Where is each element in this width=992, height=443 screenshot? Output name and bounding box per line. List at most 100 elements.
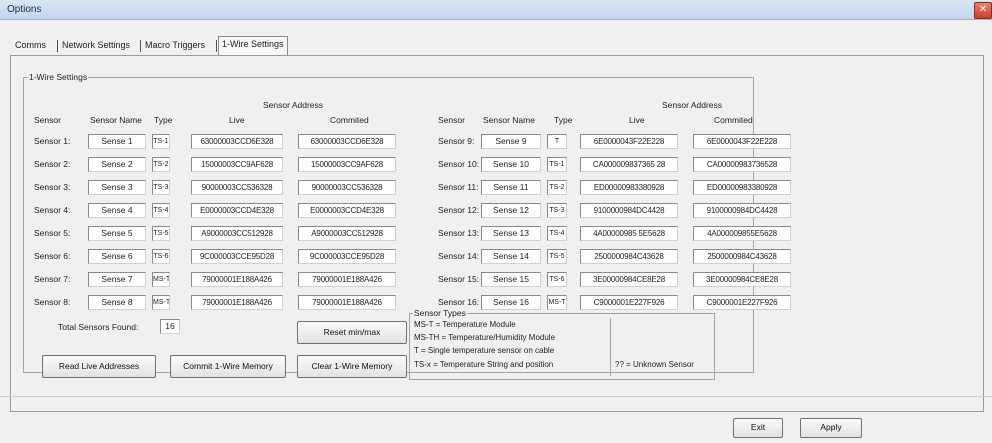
sensor-type-definition: MS-T = Temperature Module xyxy=(414,320,516,329)
clear-1-wire-memory-button[interactable]: Clear 1-Wire Memory xyxy=(297,355,407,378)
sensor-name-header-right: Sensor Name xyxy=(483,115,535,125)
sensor-name-field[interactable]: Sense 9 xyxy=(481,134,541,149)
read-live-addresses-button[interactable]: Read Live Addresses xyxy=(42,355,156,378)
live-header-left: Live xyxy=(229,115,245,125)
sensor-type-field: TS-1 xyxy=(152,134,170,149)
footer-divider xyxy=(0,396,992,397)
sensor-label: Sensor 13: xyxy=(438,228,480,238)
tab-divider xyxy=(57,40,58,52)
sensor-label: Sensor 3: xyxy=(34,182,71,192)
sensor-type-field: TS-5 xyxy=(547,249,567,264)
sensor-label: Sensor 2: xyxy=(34,159,71,169)
committed-header-right: Commited xyxy=(714,115,753,125)
live-address-field: 9C000003CCE95D28 xyxy=(191,249,283,264)
apply-button[interactable]: Apply xyxy=(800,418,862,438)
sensor-type-field: TS-1 xyxy=(547,157,567,172)
committed-address-field: 6E0000043F22E228 xyxy=(693,134,791,149)
committed-address-field: 79000001E188A426 xyxy=(298,272,396,287)
committed-address-field: 79000001E188A426 xyxy=(298,295,396,310)
live-address-field: A9000003CC512928 xyxy=(191,226,283,241)
sensor-label: Sensor 6: xyxy=(34,251,71,261)
tab-1-wire-settings[interactable]: 1-Wire Settings xyxy=(218,36,288,55)
total-sensors-count: 16 xyxy=(160,319,180,334)
committed-address-field: 3E00000984CE8E28 xyxy=(693,272,791,287)
close-icon[interactable]: ✕ xyxy=(974,2,992,19)
reset-min-max-button[interactable]: Reset min/max xyxy=(297,321,407,344)
sensor-name-field[interactable]: Sense 7 xyxy=(88,272,146,287)
sensor-type-field: TS-2 xyxy=(152,157,170,172)
committed-address-field: 63000003CCD6E328 xyxy=(298,134,396,149)
title-bar: Options ✕ xyxy=(0,0,992,20)
live-address-field: CA000009837365 28 xyxy=(580,157,678,172)
sensor-name-field[interactable]: Sense 10 xyxy=(481,157,541,172)
committed-address-field: ED00000983380928 xyxy=(693,180,791,195)
type-header-left: Type xyxy=(154,115,173,125)
tab-macro-triggers[interactable]: Macro Triggers xyxy=(142,38,208,53)
live-address-field: 90000003CC536328 xyxy=(191,180,283,195)
sensor-label: Sensor 16: xyxy=(438,297,480,307)
sensor-name-field[interactable]: Sense 14 xyxy=(481,249,541,264)
committed-address-field: CA00000983736528 xyxy=(693,157,791,172)
group-title: 1-Wire Settings xyxy=(28,72,89,82)
sensor-name-field[interactable]: Sense 6 xyxy=(88,249,146,264)
sensor-type-field: TS-5 xyxy=(152,226,170,241)
sensor-type-field: T xyxy=(547,134,567,149)
sensor-name-field[interactable]: Sense 13 xyxy=(481,226,541,241)
sensor-label: Sensor 5: xyxy=(34,228,71,238)
sensor-type-field: TS-3 xyxy=(547,203,567,218)
sensor-name-field[interactable]: Sense 4 xyxy=(88,203,146,218)
sensor-type-field: TS-6 xyxy=(152,249,170,264)
sensor-types-title: Sensor Types xyxy=(413,308,467,318)
tab-divider xyxy=(140,40,141,52)
live-header-right: Live xyxy=(629,115,645,125)
exit-button[interactable]: Exit xyxy=(733,418,783,438)
sensor-label: Sensor 12: xyxy=(438,205,480,215)
live-address-field: 79000001E188A426 xyxy=(191,295,283,310)
unknown-sensor-note: ?? = Unknown Sensor xyxy=(615,360,694,369)
sensor-name-field[interactable]: Sense 15 xyxy=(481,272,541,287)
sensor-type-field: MS-TH xyxy=(152,272,170,287)
live-address-field: 3E00000984CE8E28 xyxy=(580,272,678,287)
sensor-name-field[interactable]: Sense 12 xyxy=(481,203,541,218)
live-address-field: 4A00000985 5E5628 xyxy=(580,226,678,241)
sensor-label: Sensor 8: xyxy=(34,297,71,307)
sensor-type-field: TS-4 xyxy=(547,226,567,241)
sensor-label: Sensor 7: xyxy=(34,274,71,284)
sensor-type-field: TS-2 xyxy=(547,180,567,195)
commit-1-wire-memory-button[interactable]: Commit 1-Wire Memory xyxy=(170,355,286,378)
sensor-name-field[interactable]: Sense 8 xyxy=(88,295,146,310)
committed-header-left: Commited xyxy=(330,115,369,125)
tab-network-settings[interactable]: Network Settings xyxy=(59,38,133,53)
sensor-type-definition: MS-TH = Temperature/Humidity Module xyxy=(414,333,556,342)
sensor-type-field: MS-T xyxy=(547,295,567,310)
sensor-label: Sensor 11: xyxy=(438,182,479,192)
sensor-address-header-left: Sensor Address xyxy=(263,100,324,110)
sensor-type-definition: TS-x = Temperature String and position xyxy=(414,360,554,369)
sensor-label: Sensor 9: xyxy=(438,136,475,146)
sensor-name-field[interactable]: Sense 16 xyxy=(481,295,541,310)
tab-comms[interactable]: Comms xyxy=(12,38,49,53)
live-address-field: ED00000983380928 xyxy=(580,180,678,195)
sensor-label: Sensor 15: xyxy=(438,274,480,284)
sensor-name-field[interactable]: Sense 11 xyxy=(481,180,541,195)
committed-address-field: 9C000003CCE95D28 xyxy=(298,249,396,264)
sensor-name-field[interactable]: Sense 1 xyxy=(88,134,146,149)
committed-address-field: 9100000984DC4428 xyxy=(693,203,791,218)
sensor-label: Sensor 4: xyxy=(34,205,71,215)
tab-divider xyxy=(216,40,217,52)
sensor-name-field[interactable]: Sense 5 xyxy=(88,226,146,241)
live-address-field: 79000001E188A426 xyxy=(191,272,283,287)
sensor-label: Sensor 10: xyxy=(438,159,480,169)
live-address-field: E0000003CCD4E328 xyxy=(191,203,283,218)
sensor-name-field[interactable]: Sense 2 xyxy=(88,157,146,172)
live-address-field: C9000001E227F926 xyxy=(580,295,678,310)
committed-address-field: 90000003CC536328 xyxy=(298,180,396,195)
sensor-type-definition: T = Single temperature sensor on cable xyxy=(414,346,555,355)
sensor-name-header-left: Sensor Name xyxy=(90,115,142,125)
sensor-header-left: Sensor xyxy=(34,115,61,125)
committed-address-field: A9000003CC512928 xyxy=(298,226,396,241)
sensor-types-box: Sensor Types MS-T = Temperature Module M… xyxy=(409,308,715,380)
live-address-field: 9100000984DC4428 xyxy=(580,203,678,218)
sensor-name-field[interactable]: Sense 3 xyxy=(88,180,146,195)
committed-address-field: 4A000009855E5628 xyxy=(693,226,791,241)
